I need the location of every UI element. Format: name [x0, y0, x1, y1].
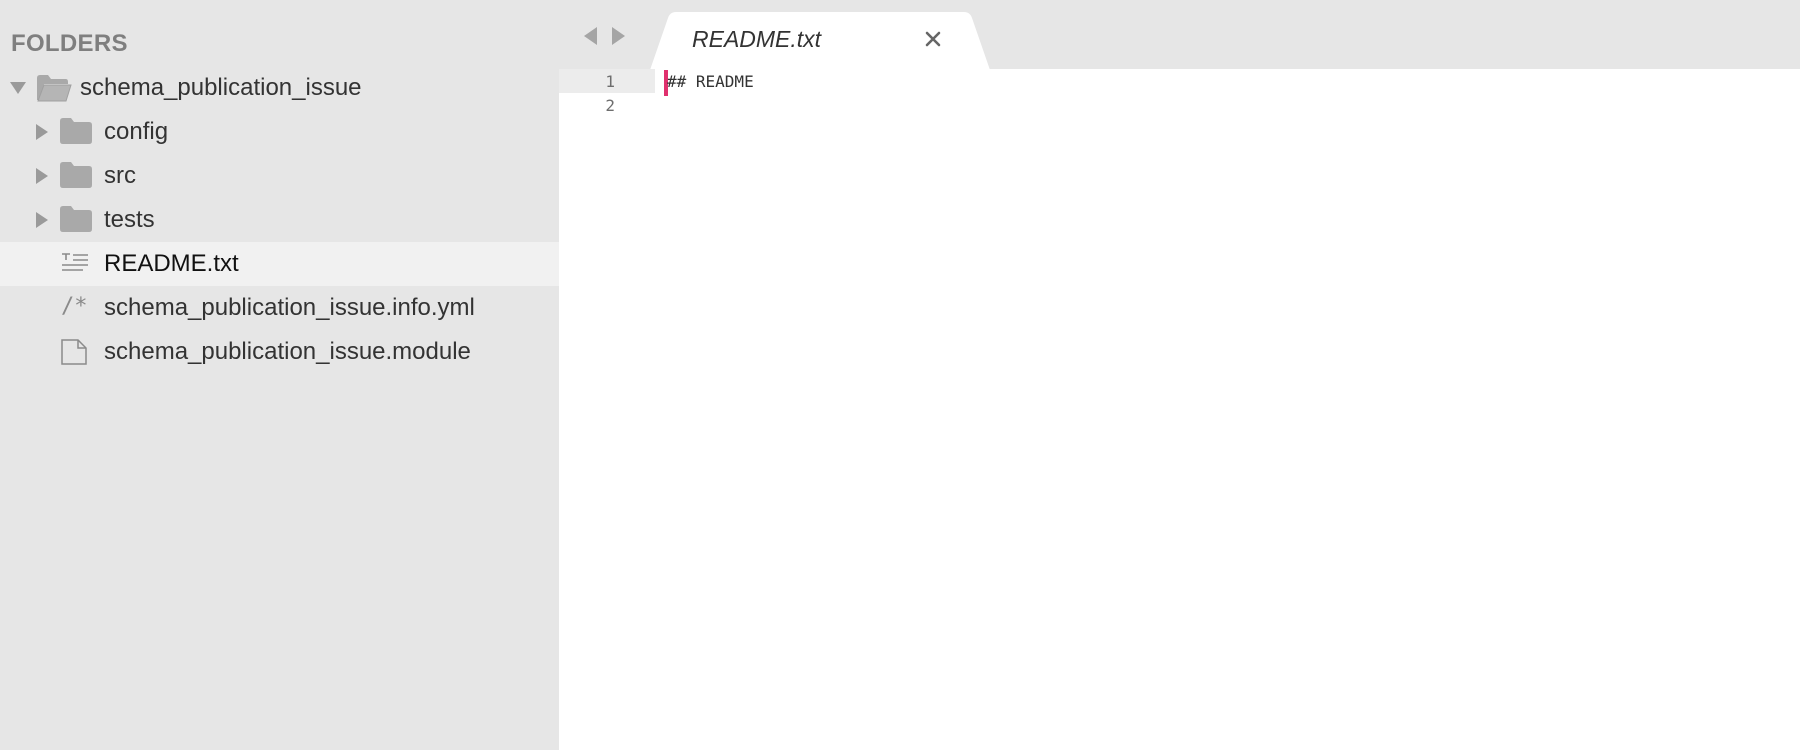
folder-icon — [60, 162, 92, 193]
tree-item-module[interactable]: schema_publication_issue.module — [0, 330, 559, 374]
folder-icon — [60, 118, 92, 149]
chevron-right-icon[interactable] — [36, 124, 48, 140]
chevron-down-icon[interactable] — [10, 82, 26, 94]
chevron-right-icon[interactable] — [36, 212, 48, 228]
tree-item-label: config — [104, 118, 169, 145]
tree-item-label: schema_publication_issue.module — [104, 338, 471, 365]
close-icon[interactable] — [922, 28, 944, 50]
folder-open-icon — [36, 74, 72, 107]
tree-root-label: schema_publication_issue — [80, 74, 362, 101]
folder-icon — [60, 206, 92, 237]
tree-item-readme[interactable]: README.txt — [0, 242, 559, 286]
tree-item-tests[interactable]: tests — [0, 198, 559, 242]
tab-readme[interactable]: README.txt — [650, 12, 990, 70]
tree-item-info-yml[interactable]: /* schema_publication_issue.info.yml — [0, 286, 559, 330]
tree-item-label: tests — [104, 206, 155, 233]
tree-item-config[interactable]: config — [0, 110, 559, 154]
editor[interactable]: 1 2 ## README — [559, 69, 1800, 750]
tree-item-label: src — [104, 162, 136, 189]
line-number: 1 — [605, 72, 615, 91]
tree-root-folder[interactable]: schema_publication_issue — [0, 66, 559, 110]
sidebar: FOLDERS schema_publication_issue config — [0, 0, 559, 750]
chevron-right-icon[interactable] — [36, 168, 48, 184]
tab-label: README.txt — [692, 26, 822, 52]
line-number: 2 — [605, 96, 615, 115]
text-file-icon — [61, 253, 89, 280]
tree-item-label: schema_publication_issue.info.yml — [104, 294, 475, 321]
sidebar-header: FOLDERS — [11, 30, 128, 57]
tree-item-label: README.txt — [104, 250, 239, 277]
code-line[interactable]: ## README — [667, 72, 754, 91]
file-icon — [61, 339, 87, 370]
back-arrow-icon[interactable] — [584, 27, 597, 45]
tree-item-src[interactable]: src — [0, 154, 559, 198]
forward-arrow-icon[interactable] — [612, 27, 625, 45]
comment-file-icon: /* — [61, 294, 88, 319]
